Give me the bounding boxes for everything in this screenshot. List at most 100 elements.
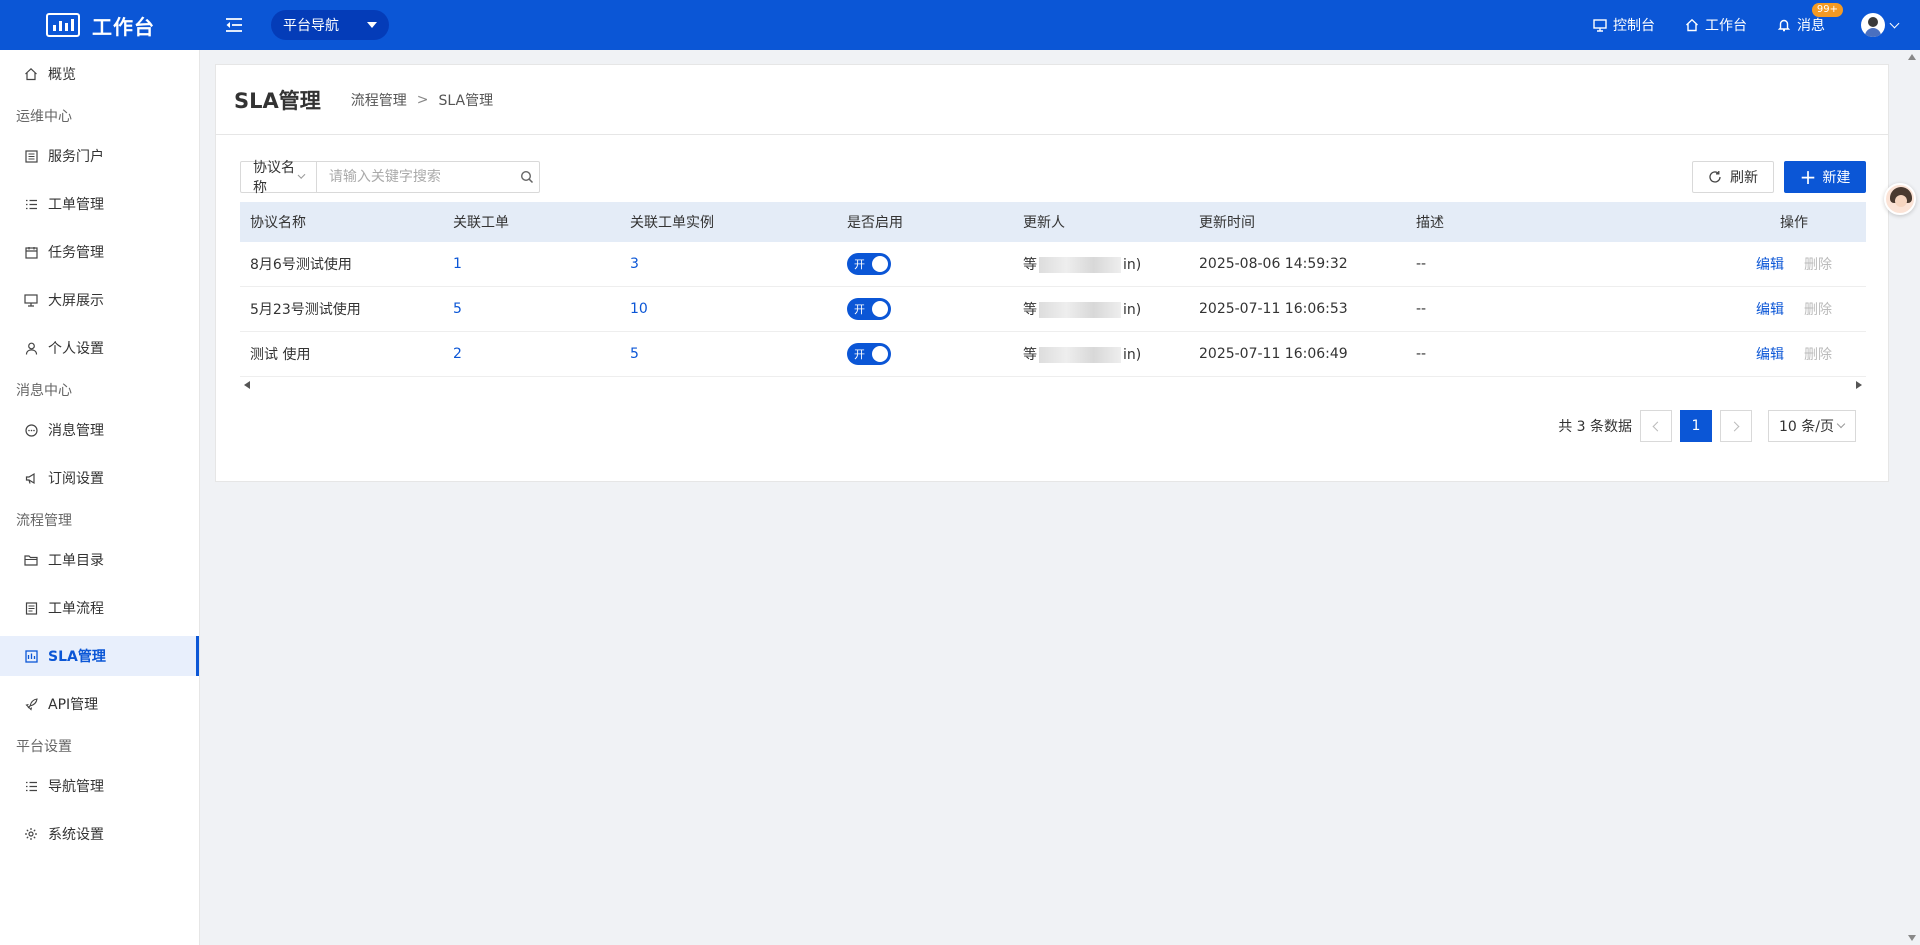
top-link-label: 控制台 [1613,18,1655,34]
breadcrumb-separator: > [416,91,429,108]
main-card: SLA管理 流程管理 > SLA管理 协议名称 刷新 + 新建 [215,64,1889,482]
edit-button[interactable]: 编辑 [1756,254,1784,274]
column-header: 是否启用 [847,215,903,231]
portal-icon [24,149,38,163]
toggle-label: 开 [854,348,865,361]
sidebar-group-title: 平台设置 [16,739,72,755]
scroll-left-icon[interactable] [244,381,250,389]
cell-name: 测试 使用 [250,347,311,363]
sidebar-item-subscription[interactable]: 订阅设置 [0,458,199,498]
cell-desc: -- [1416,346,1427,362]
redacted-block [1039,302,1121,318]
enabled-toggle[interactable]: 开 [847,298,891,320]
cell-instances-link[interactable]: 3 [630,256,639,272]
top-link-workbench[interactable]: 工作台 [1685,15,1747,35]
scroll-up-icon[interactable] [1908,54,1916,60]
user-avatar-menu[interactable] [1861,13,1900,37]
cell-tickets-link[interactable]: 5 [453,301,462,317]
sidebar-item-tickets[interactable]: 工单管理 [0,184,199,224]
plus-icon: + [1799,165,1817,189]
sidebar-item-ticket-flow[interactable]: 工单流程 [0,588,199,628]
app-logo[interactable]: 工作台 [46,11,200,40]
sidebar-item-big-screen[interactable]: 大屏展示 [0,280,199,320]
page-number-current[interactable]: 1 [1680,410,1712,442]
sidebar-item-service-portal[interactable]: 服务门户 [0,136,199,176]
toggle-label: 开 [854,258,865,271]
sidebar-item-label: 大屏展示 [48,293,104,309]
cell-updater: 等 in) [1023,302,1142,318]
rocket-icon [24,697,38,711]
page-title: SLA管理 [234,88,321,113]
breadcrumb-item[interactable]: 流程管理 [351,90,407,110]
list-icon [24,779,38,793]
calendar-icon [24,245,38,259]
enabled-toggle[interactable]: 开 [847,343,891,365]
edit-button[interactable]: 编辑 [1756,344,1784,364]
sidebar-item-label: 订阅设置 [48,471,104,487]
new-label: 新建 [1822,170,1851,186]
cell-instances-link[interactable]: 10 [630,301,648,317]
sidebar: 概览 运维中心 服务门户 工单管理 任务管理 大屏展示 个人设置 消息中心 消息… [0,50,200,945]
sidebar-item-api-management[interactable]: API管理 [0,684,199,724]
refresh-label: 刷新 [1730,170,1758,186]
sidebar-item-label: 工单管理 [48,197,104,213]
sidebar-item-sla-management[interactable]: SLA管理 [0,636,199,676]
document-icon [24,601,38,615]
chevron-right-icon [1729,421,1740,431]
chevron-down-icon [1889,18,1900,28]
table-horizontal-scrollbar[interactable] [240,377,1866,393]
cell-time: 2025-08-06 14:59:32 [1199,256,1348,272]
search-field-select[interactable]: 协议名称 [241,160,317,196]
table-row: 测试 使用 2 5 开 等 in) 2025-07-11 16:06:49 -- … [240,332,1866,377]
sidebar-item-label: 消息管理 [48,423,104,439]
enabled-toggle[interactable]: 开 [847,253,891,275]
scroll-right-icon[interactable] [1856,381,1862,389]
delete-button: 删除 [1804,302,1832,318]
next-page-button[interactable] [1720,410,1752,442]
sidebar-item-nav-management[interactable]: 导航管理 [0,766,199,806]
scroll-down-icon[interactable] [1908,935,1916,941]
platform-nav-select[interactable]: 平台导航 [271,10,389,40]
sidebar-item-label: 服务门户 [48,149,104,165]
sidebar-item-label: 系统设置 [48,827,104,843]
delete-button: 删除 [1804,257,1832,273]
avatar [1861,13,1885,37]
edit-button[interactable]: 编辑 [1756,299,1784,319]
sidebar-item-personal-settings[interactable]: 个人设置 [0,328,199,368]
cell-updater: 等 in) [1023,257,1142,273]
cell-desc: -- [1416,301,1427,317]
message-icon [24,423,38,437]
cell-tickets-link[interactable]: 2 [453,346,462,362]
redacted-block [1039,347,1121,363]
chevron-down-icon [1836,419,1846,429]
top-link-messages[interactable]: 消息 99+ [1777,3,1843,35]
top-link-label: 工作台 [1705,18,1747,34]
assistant-avatar[interactable] [1884,183,1916,215]
sidebar-item-system-settings[interactable]: 系统设置 [0,814,199,854]
column-header: 关联工单 [453,215,509,231]
cell-tickets-link[interactable]: 1 [453,256,462,272]
sidebar-item-label: 个人设置 [48,341,104,357]
new-button[interactable]: + 新建 [1784,161,1866,193]
page-size-select[interactable]: 10 条/页 [1768,410,1856,442]
message-count-badge: 99+ [1811,3,1843,17]
refresh-button[interactable]: 刷新 [1692,161,1774,193]
sidebar-item-ticket-catalog[interactable]: 工单目录 [0,540,199,580]
cell-instances-link[interactable]: 5 [630,346,639,362]
platform-nav-label: 平台导航 [283,18,339,34]
prev-page-button[interactable] [1640,410,1672,442]
search-icon[interactable] [515,162,539,192]
menu-collapse-icon[interactable] [222,13,246,37]
app-title: 工作台 [92,14,155,39]
chevron-left-icon [1652,421,1663,431]
search-input[interactable] [316,162,515,192]
cell-time: 2025-07-11 16:06:49 [1199,346,1348,362]
refresh-icon [1709,171,1721,183]
top-link-console[interactable]: 控制台 [1593,15,1655,35]
sidebar-item-message-management[interactable]: 消息管理 [0,410,199,450]
sidebar-item-tasks[interactable]: 任务管理 [0,232,199,272]
sidebar-item-label: 导航管理 [48,779,104,795]
sidebar-item-overview[interactable]: 概览 [0,54,199,94]
top-link-label: 消息 [1797,18,1825,34]
sidebar-group-title: 运维中心 [16,109,72,125]
